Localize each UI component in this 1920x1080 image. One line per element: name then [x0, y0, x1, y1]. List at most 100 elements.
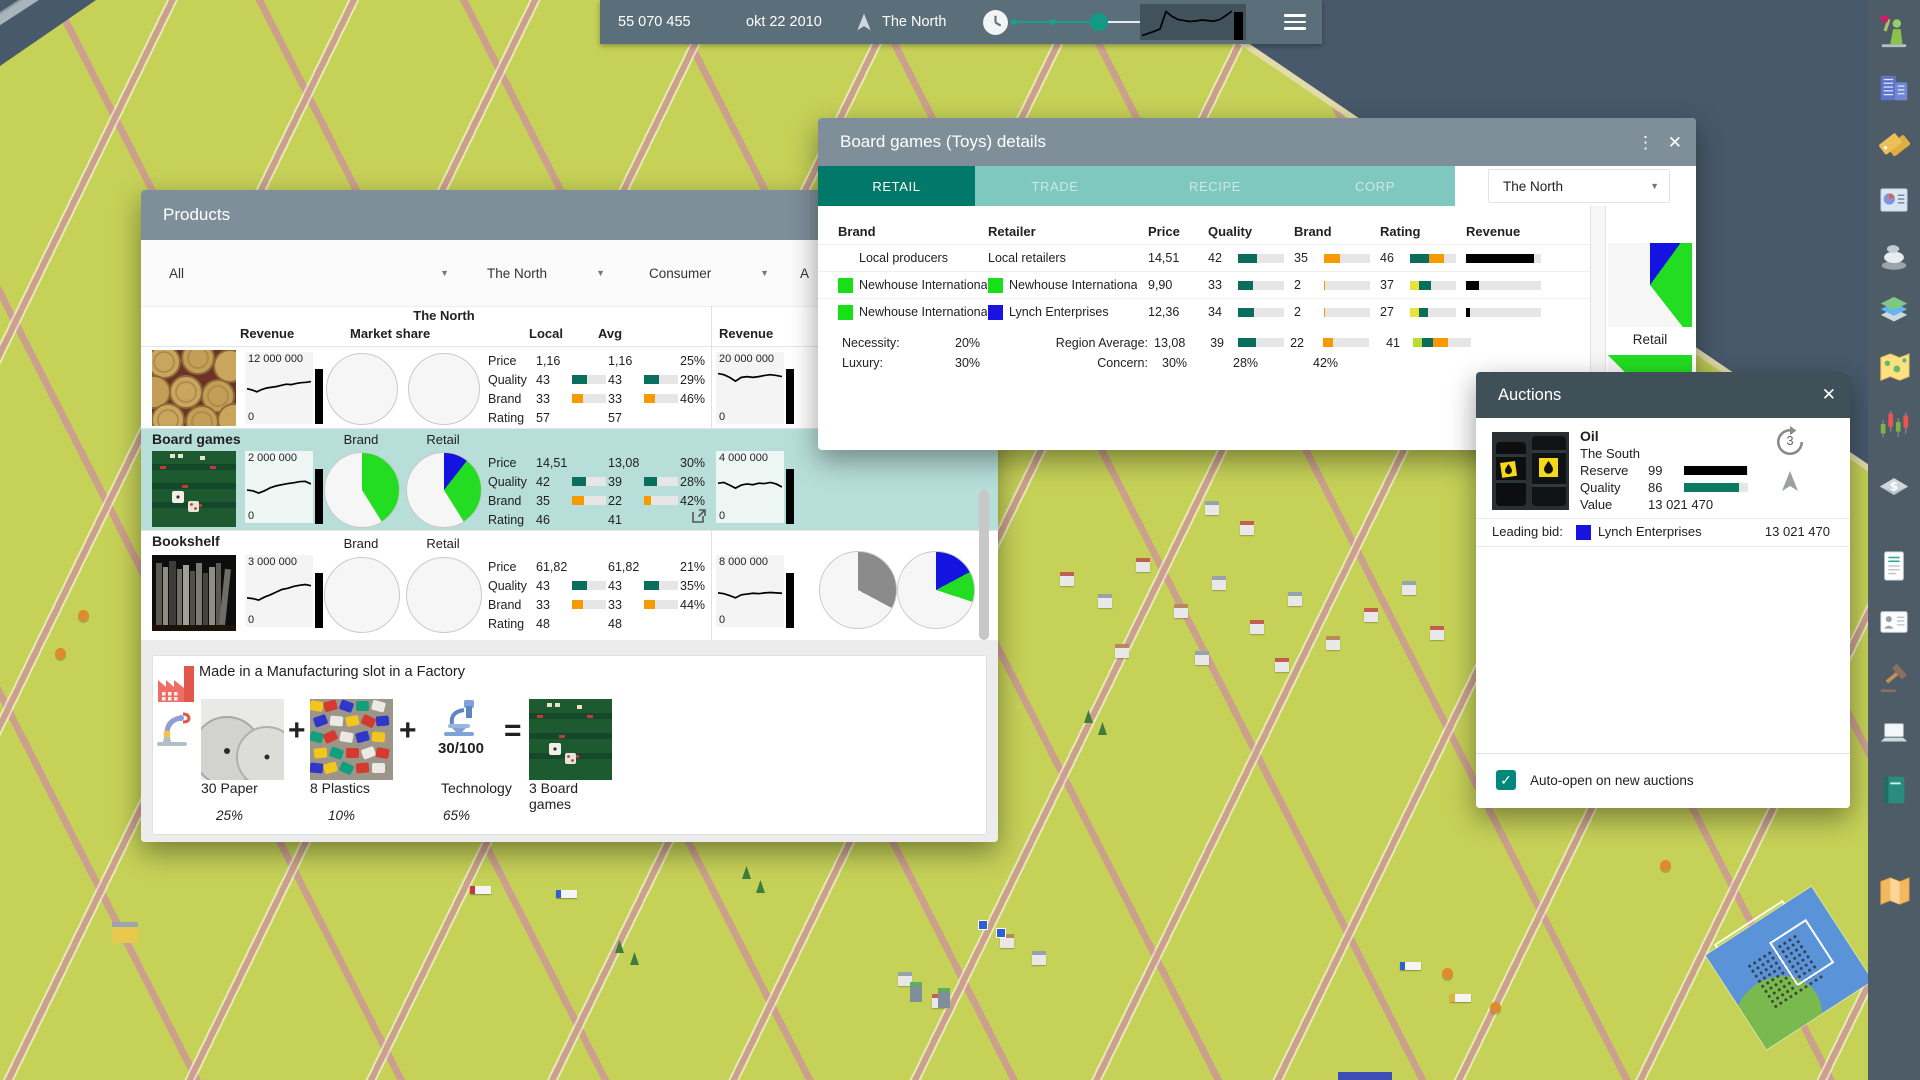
region-group-header: The North: [413, 308, 475, 323]
canned-goods-image: [152, 350, 236, 426]
details-region-dropdown[interactable]: The North ▼: [1488, 169, 1670, 203]
contracts-icon[interactable]: [1868, 538, 1920, 594]
robot-arm-icon: [153, 706, 197, 755]
brand-color-swatch: [838, 277, 853, 293]
auto-open-label: Auto-open on new auctions: [1530, 773, 1694, 788]
laptop-icon[interactable]: [1868, 706, 1920, 762]
revenue-current-bar: [315, 469, 323, 524]
buildings-icon[interactable]: [1868, 60, 1920, 116]
top-bar: 55 070 455 okt 22 2010 The North: [600, 0, 1322, 44]
revenue2-mini-chart: 20 000 000 0: [716, 352, 784, 424]
filter-region-dropdown[interactable]: The North ▼: [487, 260, 605, 286]
topbar-mini-chart[interactable]: [1140, 4, 1246, 40]
paper-image: [192, 699, 298, 788]
tab-corp[interactable]: CORP: [1295, 166, 1455, 206]
chevron-down-icon: ▼: [596, 268, 605, 278]
close-icon[interactable]: ✕: [1668, 118, 1682, 168]
retail-table: Brand Retailer Price Quality Brand Ratin…: [818, 218, 1590, 325]
open-details-icon[interactable]: [690, 507, 708, 530]
revenue-current-bar: [315, 573, 323, 628]
concern-value: 30%: [1162, 356, 1188, 370]
clock-icon[interactable]: [982, 0, 1009, 44]
layers-icon[interactable]: [1868, 284, 1920, 340]
revenue-current-bar: [786, 369, 794, 424]
details-tabs: RETAIL TRADE RECIPE CORP The North ▼: [818, 166, 1696, 206]
value-amount: 13 021 470: [1648, 497, 1714, 512]
retail-share-pie: [406, 557, 482, 633]
stones-icon[interactable]: [1868, 228, 1920, 284]
equals-sign: =: [504, 714, 522, 747]
revenue-mini-chart: 12 000 000 0: [245, 352, 313, 424]
region-avg-price: 13,08: [1154, 336, 1186, 350]
technology-level: 30/100: [438, 740, 484, 757]
retail-row[interactable]: Local producers Local retailers 14,51 42…: [818, 244, 1590, 271]
revenue-current-bar: [786, 469, 794, 524]
brand-share-pie: [324, 452, 400, 528]
product-stats: Price 61,82 61,82 21% Quality 43 43 35% Brand 3…: [488, 559, 706, 631]
product-name: Bookshelf: [152, 533, 220, 549]
region-map-icon[interactable]: [1868, 864, 1920, 920]
advisor-icon[interactable]: [1868, 4, 1920, 60]
quality-value: 86: [1648, 480, 1663, 495]
filter-category-dropdown[interactable]: All ▼: [169, 260, 449, 286]
details-titlebar[interactable]: Board games (Toys) details: [818, 118, 1696, 166]
region-avg-brand: 22: [1290, 336, 1304, 350]
recipe-header: Made in a Manufacturing slot in a Factor…: [199, 664, 465, 680]
slider-thumb[interactable]: [1090, 13, 1108, 31]
plus-sign: +: [399, 714, 417, 747]
luxury-value: 30%: [955, 356, 981, 370]
auction-gavel-icon[interactable]: [1868, 650, 1920, 706]
contacts-icon[interactable]: [1868, 594, 1920, 650]
navigation-arrow-icon: [854, 0, 874, 44]
chevron-down-icon: ▼: [760, 268, 769, 278]
product-row-bookshelf[interactable]: Bookshelf 3 000 000 0 Brand Retail Price…: [141, 530, 998, 641]
revenue-current-bar: [786, 573, 794, 628]
stocks-icon[interactable]: [1868, 396, 1920, 452]
tab-recipe[interactable]: RECIPE: [1135, 166, 1295, 206]
factory-icon: [154, 662, 198, 711]
details-title: Board games (Toys) details: [840, 132, 1046, 151]
right-sidebar: $: [1868, 0, 1920, 1080]
retail-distribution-pie: [1608, 243, 1692, 327]
retail-summary: Necessity: 20% Luxury: 30% Region Averag…: [818, 330, 1590, 386]
input1-label: 30 Paper: [201, 780, 258, 796]
output-label: 3 Board games: [529, 780, 579, 812]
kebab-menu-icon[interactable]: ⋮: [1637, 118, 1654, 168]
region-avg-rating: 41: [1386, 336, 1400, 350]
price-tags-icon[interactable]: [1868, 116, 1920, 172]
plus-sign: +: [288, 714, 306, 747]
input2-label: 8 Plastics: [310, 780, 370, 796]
plastics-image: [309, 699, 393, 780]
auto-open-checkbox[interactable]: ✓: [1496, 770, 1516, 790]
report-icon[interactable]: [1868, 172, 1920, 228]
go-to-location-icon[interactable]: [1778, 468, 1802, 494]
brand-pie-label: Brand: [343, 432, 379, 447]
money-display: 55 070 455: [618, 14, 691, 30]
retail-row[interactable]: Newhouse International Lynch Enterprises…: [818, 298, 1590, 325]
products-scrollbar[interactable]: [979, 490, 989, 640]
menu-icon[interactable]: [1284, 14, 1306, 30]
market-share-pie: [819, 551, 897, 629]
retail-row[interactable]: Newhouse International Newhouse Internat…: [818, 271, 1590, 298]
product-stats: Price 14,51 13,08 30% Quality 42 39 28% Brand 3…: [488, 455, 706, 527]
input3-percent: 65%: [442, 808, 471, 823]
tab-trade[interactable]: TRADE: [975, 166, 1135, 206]
revenue-mini-chart: 3 000 000 0: [245, 555, 313, 627]
book-icon[interactable]: [1868, 762, 1920, 818]
reserve-value: 99: [1648, 463, 1663, 478]
world-map-icon[interactable]: [1868, 340, 1920, 396]
svg-text:$: $: [1890, 479, 1899, 493]
close-icon[interactable]: ✕: [1822, 372, 1836, 418]
money-platform-icon[interactable]: $: [1868, 452, 1920, 508]
filter-type-dropdown[interactable]: Consumer ▼: [649, 260, 769, 286]
region-name[interactable]: The North: [882, 0, 946, 44]
leading-bid-amount: 13 021 470: [1764, 524, 1830, 539]
game-screen: 55 070 455 okt 22 2010 The North Product…: [0, 0, 1920, 1080]
tab-retail[interactable]: RETAIL: [818, 166, 975, 206]
revenue2-mini-chart: 4 000 000 0: [716, 451, 784, 523]
auctions-footer: ✓ Auto-open on new auctions: [1476, 753, 1850, 808]
bottom-indigo-bar[interactable]: [1338, 1072, 1392, 1080]
auction-item-name: Oil: [1580, 428, 1599, 444]
products-title: Products: [163, 205, 231, 224]
auctions-titlebar[interactable]: Auctions: [1476, 372, 1850, 418]
